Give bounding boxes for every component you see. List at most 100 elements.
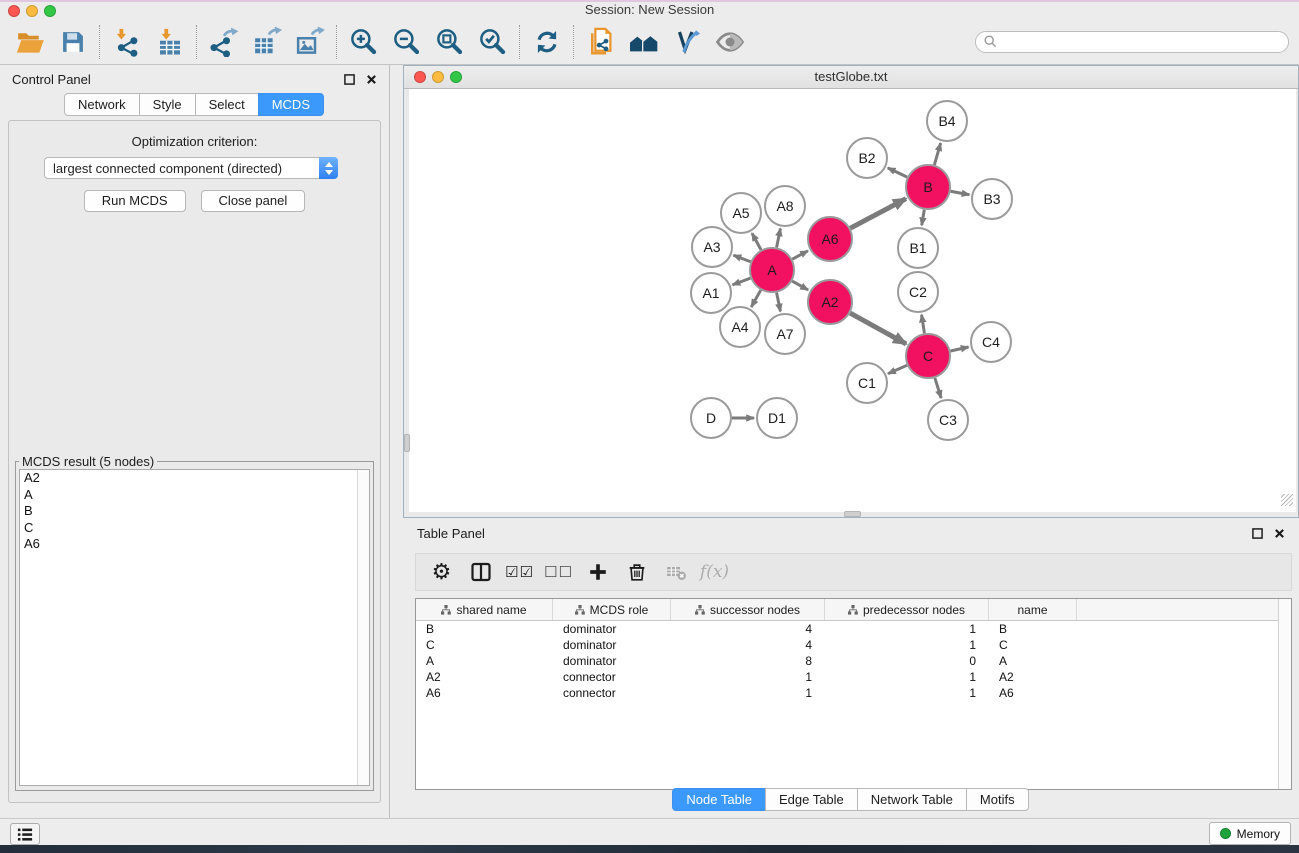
- node-table: shared nameMCDS rolesuccessor nodesprede…: [415, 598, 1292, 790]
- function-builder-button[interactable]: f(x): [695, 554, 734, 590]
- table-row[interactable]: A6connector11A6: [416, 685, 1291, 701]
- column-header-successor-nodes[interactable]: successor nodes: [671, 599, 825, 620]
- task-history-button[interactable]: [10, 823, 40, 845]
- column-header-filler: [1077, 599, 1291, 620]
- table-row[interactable]: Cdominator41C: [416, 637, 1291, 653]
- zoom-fit-button[interactable]: [428, 22, 471, 62]
- float-panel-icon[interactable]: [1252, 528, 1263, 539]
- table-options-button[interactable]: ⚙: [422, 554, 461, 590]
- graph-node-D1[interactable]: D1: [757, 398, 797, 438]
- application-window: Session: New Session: [0, 0, 1299, 853]
- table-cell: dominator: [553, 654, 671, 668]
- graph-node-B3[interactable]: B3: [972, 179, 1012, 219]
- gear-icon: ⚙: [432, 560, 452, 585]
- network-horizontal-scrollbar[interactable]: [844, 511, 861, 517]
- delete-table-button[interactable]: [656, 554, 695, 590]
- memory-button[interactable]: Memory: [1209, 822, 1291, 845]
- add-column-button[interactable]: [578, 554, 617, 590]
- table-row[interactable]: Adominator80A: [416, 653, 1291, 669]
- tab-network[interactable]: Network: [64, 93, 140, 116]
- graph-node-C1[interactable]: C1: [847, 363, 887, 403]
- graph-node-B1[interactable]: B1: [898, 228, 938, 268]
- column-header-name[interactable]: name: [989, 599, 1077, 620]
- home-button[interactable]: [622, 22, 665, 62]
- show-hide-panel-button[interactable]: [708, 22, 751, 62]
- close-panel-button[interactable]: Close panel: [201, 190, 306, 212]
- select-all-button[interactable]: ☑☑: [500, 554, 539, 590]
- delete-column-button[interactable]: [617, 554, 656, 590]
- zoom-out-icon: [392, 27, 422, 57]
- save-session-button[interactable]: [51, 22, 94, 62]
- table-cell: A2: [989, 670, 1077, 684]
- table-scrollbar[interactable]: [1278, 599, 1291, 789]
- search-input[interactable]: [975, 31, 1289, 53]
- close-panel-icon[interactable]: [366, 74, 377, 85]
- import-table-button[interactable]: [148, 22, 191, 62]
- graph-node-B[interactable]: B: [906, 165, 950, 209]
- mcds-result-item[interactable]: A: [20, 487, 369, 504]
- zoom-in-button[interactable]: [342, 22, 385, 62]
- mcds-result-item[interactable]: A2: [20, 470, 369, 487]
- graph-node-B4[interactable]: B4: [927, 101, 967, 141]
- fx-icon: f(x): [700, 562, 729, 582]
- zoom-selected-button[interactable]: [471, 22, 514, 62]
- graph-node-A1[interactable]: A1: [691, 273, 731, 313]
- graph-node-C2[interactable]: C2: [898, 272, 938, 312]
- graph-edge-B-B1: [922, 210, 925, 226]
- tab-network-table[interactable]: Network Table: [857, 788, 967, 811]
- mcds-result-item[interactable]: B: [20, 503, 369, 520]
- column-header-shared-name[interactable]: shared name: [416, 599, 553, 620]
- zoom-in-icon: [349, 27, 379, 57]
- graph-node-A[interactable]: A: [750, 248, 794, 292]
- optimization-criterion-label: Optimization criterion:: [9, 134, 380, 149]
- network-canvas[interactable]: B4 B2 B B3 A5A8A6 A3 A B1 A1 A2 C2 A4A7 C C4 C1 C3 D D1: [409, 89, 1296, 512]
- mcds-result-item[interactable]: C: [20, 520, 369, 537]
- run-mcds-button[interactable]: Run MCDS: [84, 190, 186, 212]
- graph-node-A7[interactable]: A7: [765, 314, 805, 354]
- tab-mcds[interactable]: MCDS: [258, 93, 324, 116]
- mcds-result-item[interactable]: A6: [20, 536, 369, 553]
- refresh-button[interactable]: [525, 22, 568, 62]
- network-vertical-scrollbar[interactable]: [404, 434, 410, 452]
- tab-motifs[interactable]: Motifs: [966, 788, 1029, 811]
- mcds-list-scrollbar[interactable]: [357, 470, 369, 785]
- open-session-button[interactable]: [8, 22, 51, 62]
- graph-node-A8[interactable]: A8: [765, 186, 805, 226]
- graphics-details-button[interactable]: [665, 22, 708, 62]
- column-header-predecessor-nodes[interactable]: predecessor nodes: [825, 599, 989, 620]
- tab-node-table[interactable]: Node Table: [672, 788, 766, 811]
- tab-edge-table[interactable]: Edge Table: [765, 788, 858, 811]
- show-columns-button[interactable]: [461, 554, 500, 590]
- export-network-button[interactable]: [202, 22, 245, 62]
- export-image-button[interactable]: [288, 22, 331, 62]
- tab-style[interactable]: Style: [139, 93, 196, 116]
- network-window-titlebar[interactable]: testGlobe.txt: [404, 66, 1298, 89]
- close-panel-icon[interactable]: [1274, 528, 1285, 539]
- first-neighbors-button[interactable]: [579, 22, 622, 62]
- zoom-out-button[interactable]: [385, 22, 428, 62]
- graph-node-A6[interactable]: A6: [808, 217, 852, 261]
- graph-node-C4[interactable]: C4: [971, 322, 1011, 362]
- table-row[interactable]: A2connector11A2: [416, 669, 1291, 685]
- svg-text:A1: A1: [702, 285, 719, 301]
- graph-node-B2[interactable]: B2: [847, 138, 887, 178]
- criterion-dropdown[interactable]: largest connected component (directed): [44, 157, 338, 179]
- import-network-button[interactable]: [105, 22, 148, 62]
- graph-node-A2[interactable]: A2: [808, 280, 852, 324]
- graph-node-D[interactable]: D: [691, 398, 731, 438]
- graph-node-A5[interactable]: A5: [721, 193, 761, 233]
- export-table-button[interactable]: [245, 22, 288, 62]
- table-row[interactable]: Bdominator41B: [416, 621, 1291, 637]
- graph-node-C3[interactable]: C3: [928, 400, 968, 440]
- float-panel-icon[interactable]: [344, 74, 355, 85]
- window-titlebar: Session: New Session: [0, 0, 1299, 21]
- column-header-MCDS-role[interactable]: MCDS role: [553, 599, 671, 620]
- window-resize-grip[interactable]: [1281, 494, 1293, 506]
- graph-node-A4[interactable]: A4: [720, 307, 760, 347]
- graph-node-A3[interactable]: A3: [692, 227, 732, 267]
- table-cell: 1: [825, 638, 989, 652]
- unselect-all-button[interactable]: ☐☐: [539, 554, 578, 590]
- graph-node-C[interactable]: C: [906, 334, 950, 378]
- toolbar-separator: [99, 25, 100, 59]
- tab-select[interactable]: Select: [195, 93, 259, 116]
